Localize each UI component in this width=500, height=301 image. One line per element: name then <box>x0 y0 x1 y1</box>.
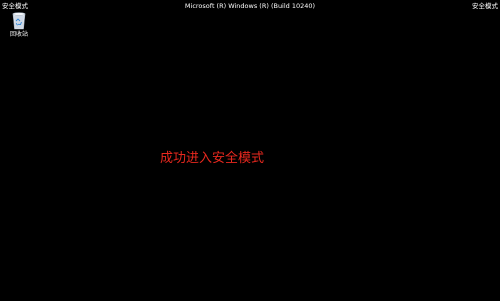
recycle-bin-shortcut[interactable]: 回收站 <box>4 10 34 39</box>
windows-build-info: Microsoft (R) Windows (R) (Build 10240) <box>184 2 316 10</box>
desktop: 安全模式 Microsoft (R) Windows (R) (Build 10… <box>0 0 500 301</box>
recycle-bin-label: 回收站 <box>9 31 28 38</box>
safe-mode-label-right: 安全模式 <box>472 2 498 10</box>
safe-mode-success-message: 成功进入安全模式 <box>160 151 265 166</box>
recycle-bin-icon <box>12 12 26 30</box>
